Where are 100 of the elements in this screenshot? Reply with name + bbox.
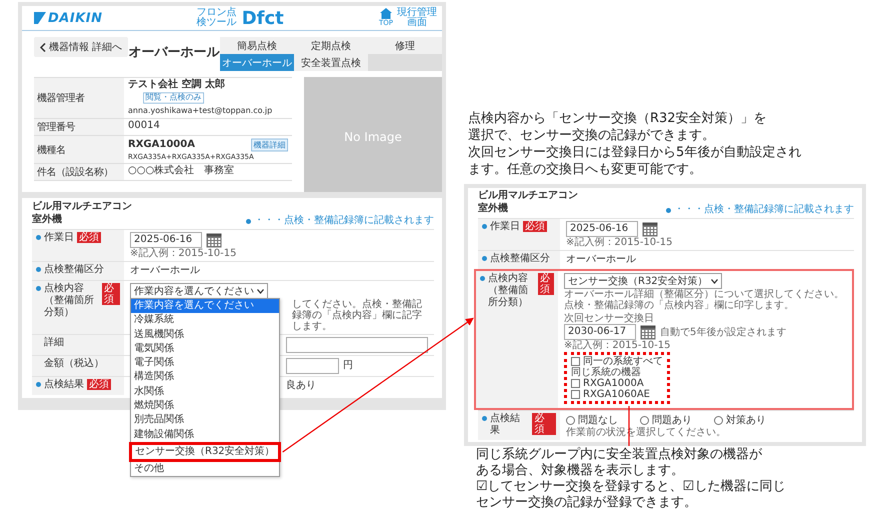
select-field[interactable]: 作業内容を選んでください bbox=[130, 283, 268, 299]
logo-mark-icon bbox=[34, 12, 46, 24]
field-label: 詳細 bbox=[44, 337, 64, 349]
example-text: ※記入例：2015-10-15 bbox=[566, 237, 674, 248]
date-field[interactable]: 2025-06-16 bbox=[566, 221, 638, 237]
dropdown-option[interactable]: 送風機関係 bbox=[131, 328, 279, 342]
field-value: オーバーホール bbox=[130, 265, 200, 276]
model-name: RXGA1000A bbox=[128, 139, 195, 151]
unit-type: ビル用マルチエアコン bbox=[478, 190, 579, 202]
field-value: 良あり bbox=[286, 380, 316, 391]
checkbox[interactable] bbox=[571, 379, 580, 388]
leader-line bbox=[628, 406, 630, 446]
app-name: Dfct bbox=[242, 8, 284, 28]
field-label: 点検内容 bbox=[488, 273, 529, 285]
legend-text: ・・・点検・整備記録簿に記載されます bbox=[254, 214, 434, 227]
example-text: ※記入例：2015-10-15 bbox=[564, 340, 672, 351]
checkbox[interactable] bbox=[571, 357, 580, 366]
next-date-label: 次回センサー交換日 bbox=[564, 313, 655, 324]
hint-text: してください。点検・整備記録簿の「点検内容」欄に記字します。 bbox=[292, 299, 423, 332]
dropdown-option[interactable]: 燃焼関係 bbox=[131, 399, 279, 414]
checkbox-option[interactable]: RXGA1060AE bbox=[571, 389, 663, 400]
dropdown-option[interactable]: 水関係 bbox=[131, 384, 279, 400]
field-label: 点検整備区分 bbox=[44, 264, 104, 276]
field-label: 点検結果 bbox=[44, 379, 84, 391]
radio-button[interactable] bbox=[714, 416, 723, 424]
required-badge: 必須 bbox=[77, 232, 101, 243]
field-sublabel: （整備箇所分類） bbox=[488, 285, 529, 309]
field-value: オーバーホール bbox=[566, 254, 636, 265]
required-badge: 必須 bbox=[87, 379, 111, 390]
house-icon bbox=[380, 8, 392, 19]
radio-button[interactable] bbox=[640, 416, 649, 424]
table-cell: 管理番号 bbox=[34, 119, 124, 135]
table-cell: 件名（設設名称） bbox=[34, 164, 124, 180]
auto-note: 自動で5年後が設定されます bbox=[660, 326, 786, 338]
field-label: 作業日 bbox=[490, 221, 520, 233]
dropdown-option[interactable]: 作業内容を選んでください bbox=[131, 299, 279, 314]
checkbox-option[interactable]: 同一の系統すべて bbox=[571, 356, 663, 367]
bullet-icon bbox=[246, 219, 251, 224]
dropdown-option[interactable]: 電子関係 bbox=[131, 356, 279, 370]
field-label: 点検整備区分 bbox=[490, 253, 550, 265]
radio-option[interactable]: 問題なし bbox=[566, 413, 618, 427]
table-cell: ○○○株式会社 事務室 bbox=[128, 165, 234, 176]
unit-label: 円 bbox=[343, 359, 353, 373]
caret-icon bbox=[257, 288, 264, 294]
logo-text: DAIKIN bbox=[48, 10, 102, 26]
tab[interactable]: 修理 bbox=[368, 37, 442, 54]
radio-option[interactable]: 対策あり bbox=[714, 413, 766, 427]
checkbox[interactable] bbox=[571, 390, 580, 399]
radio-button[interactable] bbox=[566, 416, 575, 424]
field-label: 作業日 bbox=[44, 232, 74, 244]
tab[interactable]: 定期点検 bbox=[294, 37, 368, 54]
dropdown-option[interactable]: その他 bbox=[131, 462, 279, 476]
admin-link[interactable]: 現行管理画面 bbox=[396, 8, 438, 28]
field-label: 金額（税込） bbox=[44, 358, 104, 370]
dropdown-option[interactable]: 電気関係 bbox=[131, 342, 279, 356]
checkbox-option[interactable]: RXGA1000A bbox=[571, 378, 663, 389]
dropdown-option[interactable]: 冷媒系統 bbox=[131, 313, 279, 328]
unit-type: ビル用マルチエアコン bbox=[32, 201, 133, 213]
legend-text: ・・・点検・整備記録簿に記載されます bbox=[674, 202, 854, 216]
tab[interactable]: オーバーホール bbox=[220, 54, 294, 71]
back-button[interactable]: 機器情報 詳細へ bbox=[34, 37, 128, 57]
dropdown-option[interactable]: センサー交換（R32安全対策） bbox=[129, 442, 281, 462]
app-caption: フロン点検ツール bbox=[196, 8, 238, 28]
radio-option[interactable]: 問題あり bbox=[640, 413, 692, 427]
required-badge: 必須 bbox=[102, 283, 120, 305]
table-cell: 00014 bbox=[128, 120, 160, 131]
hint-text: オーバーホール詳細（整備区分）について選択してください。点検・整備記録簿の「点検内容」欄に印字します。 bbox=[564, 289, 845, 311]
tab[interactable]: 簡易点検 bbox=[220, 37, 294, 54]
calendar-icon bbox=[206, 232, 222, 248]
calendar-icon bbox=[640, 324, 656, 340]
date-field[interactable]: 2025-06-16 bbox=[130, 232, 202, 248]
unit-part: 室外機 bbox=[32, 214, 62, 226]
manager-name: テスト会社 空調 太郎 bbox=[128, 79, 225, 91]
calendar-icon bbox=[642, 221, 658, 237]
dropdown-option[interactable]: 別売品関係 bbox=[131, 413, 279, 428]
input-field[interactable] bbox=[286, 358, 339, 374]
unit-part: 室外機 bbox=[478, 203, 508, 215]
field-label: 点検内容 bbox=[44, 283, 84, 295]
input-field[interactable] bbox=[286, 337, 428, 353]
role-badge: 閲覧・点検のみ bbox=[143, 92, 204, 104]
select-field[interactable]: センサー交換（R32安全対策） bbox=[564, 273, 722, 289]
callout-text: 点検内容から「センサー交換（R32安全対策）」を 選択で、センサー交換の記録ができます。 次回センサー交換日には登録日から5年後が自動設定され ます。任意の交換日へも変更可能です。 bbox=[468, 110, 802, 178]
table-cell: 機器管理者 bbox=[34, 78, 124, 118]
dropdown-option[interactable]: 建物設備関係 bbox=[131, 428, 279, 442]
required-badge: 必須 bbox=[532, 413, 556, 435]
date-field[interactable]: 2030-06-17 bbox=[564, 324, 636, 340]
dropdown-option[interactable]: 構造関係 bbox=[131, 370, 279, 385]
caret-icon bbox=[710, 278, 718, 284]
required-badge: 必須 bbox=[538, 273, 554, 295]
tab[interactable]: 安全装置点検 bbox=[294, 54, 368, 71]
details-button[interactable]: 機器詳細 bbox=[251, 138, 288, 152]
table-cell: 機種名 bbox=[34, 136, 124, 163]
group-caption: 同じ系統の機器 bbox=[571, 367, 642, 378]
email-text: anna.yoshikawa+test@toppan.co.jp bbox=[128, 105, 274, 117]
chevron-left-icon bbox=[40, 42, 46, 52]
callout-text: 同じ系統グループ内に安全装置点検対象の機器が ある場合、対象機器を表示します。 ☑してセンサー交換を登録すると、☑した機器に同じ センサー交換の記録が登録できます。 bbox=[476, 447, 786, 511]
field-label: 点検結果 bbox=[490, 413, 521, 437]
required-badge: 必須 bbox=[523, 221, 547, 232]
page-title: オーバーホール bbox=[128, 44, 220, 61]
field-sublabel: （整備箇所分類） bbox=[44, 295, 95, 319]
